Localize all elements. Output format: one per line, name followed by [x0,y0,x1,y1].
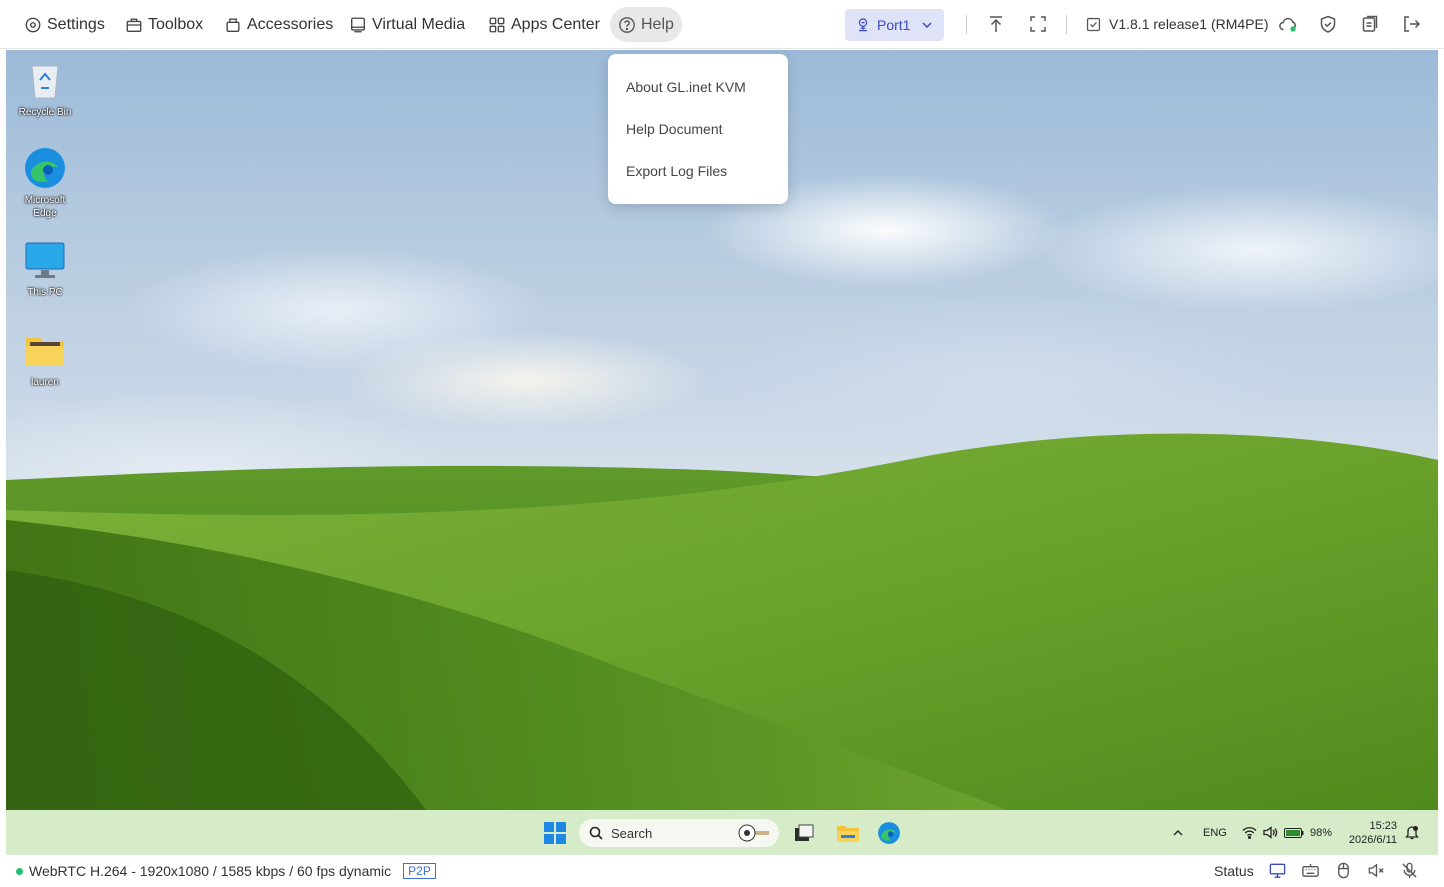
status-label[interactable]: Status [1214,863,1254,879]
mouse-icon[interactable] [1334,861,1353,880]
search-icon [589,826,603,840]
display-icon[interactable] [1268,861,1287,880]
start-button[interactable] [543,820,567,846]
version-label: V1.8.1 release1 (RM4PE) [1109,16,1269,32]
accessories-label: Accessories [247,15,334,33]
menu-item-help-document[interactable]: Help Document [608,108,788,150]
edge-taskbar-button[interactable] [876,820,902,846]
firmware-check-icon [1086,17,1101,31]
desktop-icon-this-pc[interactable]: This PC [10,238,80,299]
monitor-icon [351,17,365,32]
chevron-up-icon [1173,829,1183,835]
edge-icon [878,822,900,844]
file-explorer-button[interactable] [835,820,861,846]
settings-menu[interactable]: Settings [16,7,113,42]
virtual-media-menu[interactable]: Virtual Media [341,7,473,42]
taskbar-clock[interactable]: 15:23 2026/6/11 [1341,819,1397,847]
language-label: ENG [1203,826,1227,839]
task-view-icon [795,824,814,841]
fullscreen-button[interactable] [1027,13,1049,35]
connection-dot [16,867,23,875]
desktop-icon-label: Microsoft Edge [24,195,66,219]
desktop-icon-label: This PC [27,287,63,298]
microphone-muted-icon[interactable] [1400,861,1419,880]
menu-item-about[interactable]: About GL.inet KVM [608,66,788,108]
port-label: Port1 [877,17,911,33]
clock-time: 15:23 [1369,820,1397,832]
language-indicator[interactable]: ENG [1203,810,1227,855]
toolbar-divider [1066,15,1067,34]
computer-icon [23,238,67,282]
desktop-icon-label: lauren [31,377,59,388]
stream-info-text: WebRTC H.264 - 1920x1080 / 1585 kbps / 6… [29,863,392,879]
help-dropdown: About GL.inet KVM Help Document Export L… [608,54,788,204]
question-circle-icon [619,16,635,33]
windows-logo-icon [544,822,566,844]
clipboard-icon [1362,15,1378,32]
top-toolbar: Settings Toolbox Accessories Virtual Med… [0,0,1444,49]
tray-overflow-button[interactable] [1172,810,1184,855]
upload-to-top-button[interactable] [985,13,1007,35]
firmware-version[interactable]: V1.8.1 release1 (RM4PE) [1085,13,1269,35]
security-button[interactable] [1317,13,1339,35]
apps-center-label: Apps Center [511,15,600,33]
virtual-media-label: Virtual Media [372,15,466,33]
p2p-badge: P2P [403,863,436,879]
apps-center-menu[interactable]: Apps Center [480,7,608,42]
toolbox-menu[interactable]: Toolbox [117,7,211,42]
apps-grid-icon [489,17,505,32]
speaker-icon [1263,826,1278,839]
gear-icon [25,17,41,32]
logout-button[interactable] [1400,13,1422,35]
keyboard-icon[interactable] [1301,861,1320,880]
menu-item-export-log-files[interactable]: Export Log Files [608,150,788,192]
logout-icon [1404,16,1421,32]
desktop-icon-lauren[interactable]: lauren [10,328,80,389]
speaker-muted-icon[interactable] [1367,861,1386,880]
accessories-menu[interactable]: Accessories [216,7,341,42]
file-explorer-icon [837,826,859,842]
cloud-status-button[interactable] [1277,13,1299,35]
toolbox-icon [126,17,142,32]
port-selector[interactable]: Port1 [845,9,944,41]
fullscreen-icon [1030,16,1046,32]
help-menu[interactable]: Help [610,7,682,42]
taskbar-search[interactable]: Search [579,819,779,847]
folder-icon [23,328,67,372]
battery-percent: 98% [1310,826,1333,839]
recycle-bin-icon [23,58,67,102]
chevron-down-icon [922,22,932,29]
accessories-icon [226,17,240,32]
kvm-status-bar: WebRTC H.264 - 1920x1080 / 1585 kbps / 6… [0,855,1444,887]
help-label: Help [641,15,674,33]
toolbar-divider [966,15,967,34]
shield-icon [1320,15,1336,33]
arrow-up-icon [990,16,1002,32]
stream-info: WebRTC H.264 - 1920x1080 / 1585 kbps / 6… [16,863,436,879]
settings-label: Settings [47,15,105,33]
windows-taskbar: Search ENG 98% 15:23 2026/6/11 [6,810,1438,855]
clipboard-button[interactable] [1359,13,1381,35]
edge-icon [23,146,67,190]
notification-bell-icon [1405,826,1419,840]
notification-button[interactable] [1405,810,1419,855]
task-view-button[interactable] [793,820,815,846]
desktop-icon-recycle-bin[interactable]: Recycle Bin [10,58,80,119]
status-controls: Status [1214,861,1419,880]
port-icon [858,18,868,32]
clock-date: 2026/6/11 [1348,834,1397,846]
toolbox-label: Toolbox [148,15,204,33]
desktop-icon-label: Recycle Bin [18,107,72,118]
soccer-ball-icon [738,824,769,842]
wifi-icon [1242,827,1257,839]
search-placeholder: Search [611,825,653,841]
cloud-icon [1279,17,1296,32]
quick-settings[interactable]: 98% [1242,810,1332,855]
battery-icon [1284,827,1304,838]
desktop-icon-edge[interactable]: Microsoft Edge [10,146,80,220]
